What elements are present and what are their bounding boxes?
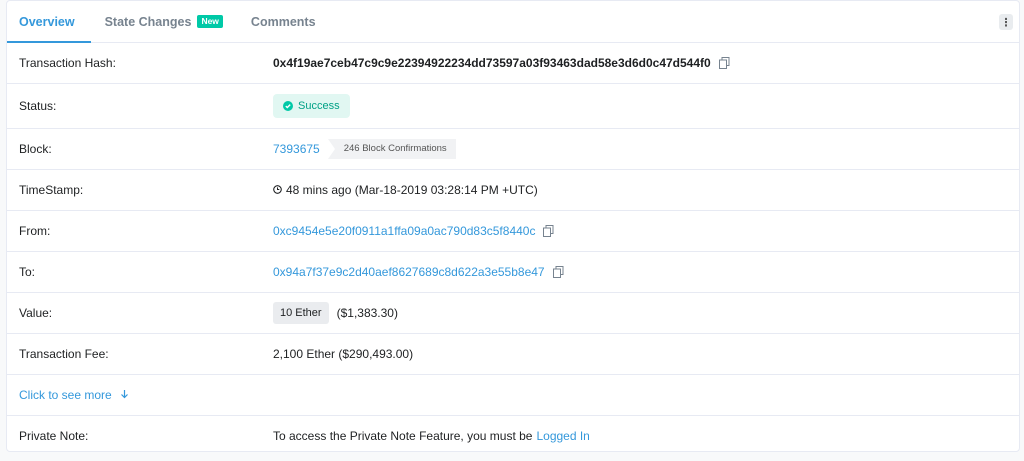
to-label: To: xyxy=(19,265,36,279)
tab-overview[interactable]: Overview xyxy=(7,1,91,43)
more-options-button[interactable]: ⋮ xyxy=(999,14,1013,30)
private-note-value-group: To access the Private Note Feature, you … xyxy=(273,429,590,443)
to-value-group: 0x94a7f37e9c2d40aef8627689c8d622a3e55b8e… xyxy=(273,265,564,279)
see-more-label: Click to see more xyxy=(19,388,112,402)
row-timestamp: TimeStamp: 48 mins ago (Mar-18-2019 03:2… xyxy=(7,170,1019,211)
value-label: Value: xyxy=(19,306,53,320)
transaction-hash-value: 0x4f19ae7ceb47c9c9e22394922234dd73597a03… xyxy=(273,56,711,70)
transaction-hash-label: Transaction Hash: xyxy=(19,56,116,70)
block-number-link[interactable]: 7393675 xyxy=(273,142,320,156)
row-block: Block: 7393675 246 Block Confirmations xyxy=(7,129,1019,170)
logged-in-link[interactable]: Logged In xyxy=(536,429,589,443)
tab-comments[interactable]: Comments xyxy=(237,1,330,42)
transaction-fee-value-group: 2,100 Ether ($290,493.00) xyxy=(273,347,413,361)
timestamp-label: TimeStamp: xyxy=(19,183,84,197)
from-address-link[interactable]: 0xc9454e5e20f0911a1ffa09a0ac790d83c5f844… xyxy=(273,224,535,238)
to-address-link[interactable]: 0x94a7f37e9c2d40aef8627689c8d622a3e55b8e… xyxy=(273,265,545,279)
value-value-group: 10 Ether ($1,383.30) xyxy=(273,302,398,324)
tab-overview-label: Overview xyxy=(19,14,75,29)
check-circle-icon xyxy=(283,101,293,111)
status-label: Status: xyxy=(19,99,57,113)
clock-icon xyxy=(273,183,282,197)
row-status: Status: Success xyxy=(7,84,1019,129)
row-to: To: 0x94a7f37e9c2d40aef8627689c8d622a3e5… xyxy=(7,252,1019,293)
row-from: From: 0xc9454e5e20f0911a1ffa09a0ac790d83… xyxy=(7,211,1019,252)
timestamp-value: 48 mins ago (Mar-18-2019 03:28:14 PM +UT… xyxy=(286,183,538,197)
new-badge: New xyxy=(197,15,223,28)
more-vertical-icon: ⋮ xyxy=(1000,16,1012,29)
tab-state-changes-label: State Changes xyxy=(104,14,192,29)
private-note-label: Private Note: xyxy=(19,429,89,443)
value-usd: ($1,383.30) xyxy=(336,306,398,320)
tab-state-changes[interactable]: State Changes New xyxy=(91,1,237,42)
block-confirmations-badge: 246 Block Confirmations xyxy=(327,139,456,159)
copy-icon[interactable] xyxy=(718,57,730,69)
status-badge: Success xyxy=(273,94,350,118)
transaction-card: Overview State Changes New Comments ⋮ Tr… xyxy=(6,0,1020,452)
copy-icon[interactable] xyxy=(543,225,554,237)
row-see-more: Click to see more xyxy=(7,375,1019,416)
block-label: Block: xyxy=(19,142,52,156)
see-more-link[interactable]: Click to see more xyxy=(19,388,129,402)
transaction-hash-value-group: 0x4f19ae7ceb47c9c9e22394922234dd73597a03… xyxy=(273,56,730,70)
tab-comments-label: Comments xyxy=(250,14,316,29)
private-note-text: To access the Private Note Feature, you … xyxy=(273,429,533,443)
status-value-group: Success xyxy=(273,94,350,118)
row-private-note: Private Note: To access the Private Note… xyxy=(7,416,1019,456)
from-value-group: 0xc9454e5e20f0911a1ffa09a0ac790d83c5f844… xyxy=(273,224,554,238)
row-transaction-fee: Transaction Fee: 2,100 Ether ($290,493.0… xyxy=(7,334,1019,375)
tab-bar: Overview State Changes New Comments ⋮ xyxy=(7,1,1019,43)
row-transaction-hash: Transaction Hash: 0x4f19ae7ceb47c9c9e223… xyxy=(7,43,1019,84)
timestamp-value-group: 48 mins ago (Mar-18-2019 03:28:14 PM +UT… xyxy=(273,183,538,197)
ether-amount-badge: 10 Ether xyxy=(273,302,329,324)
arrow-down-icon xyxy=(120,388,129,402)
block-value-group: 7393675 246 Block Confirmations xyxy=(273,139,456,159)
transaction-fee-label: Transaction Fee: xyxy=(19,347,109,361)
transaction-fee-value: 2,100 Ether ($290,493.00) xyxy=(273,347,414,361)
copy-icon[interactable] xyxy=(552,266,564,278)
row-value: Value: 10 Ether ($1,383.30) xyxy=(7,293,1019,334)
status-text: Success xyxy=(298,100,340,112)
from-label: From: xyxy=(19,224,51,238)
